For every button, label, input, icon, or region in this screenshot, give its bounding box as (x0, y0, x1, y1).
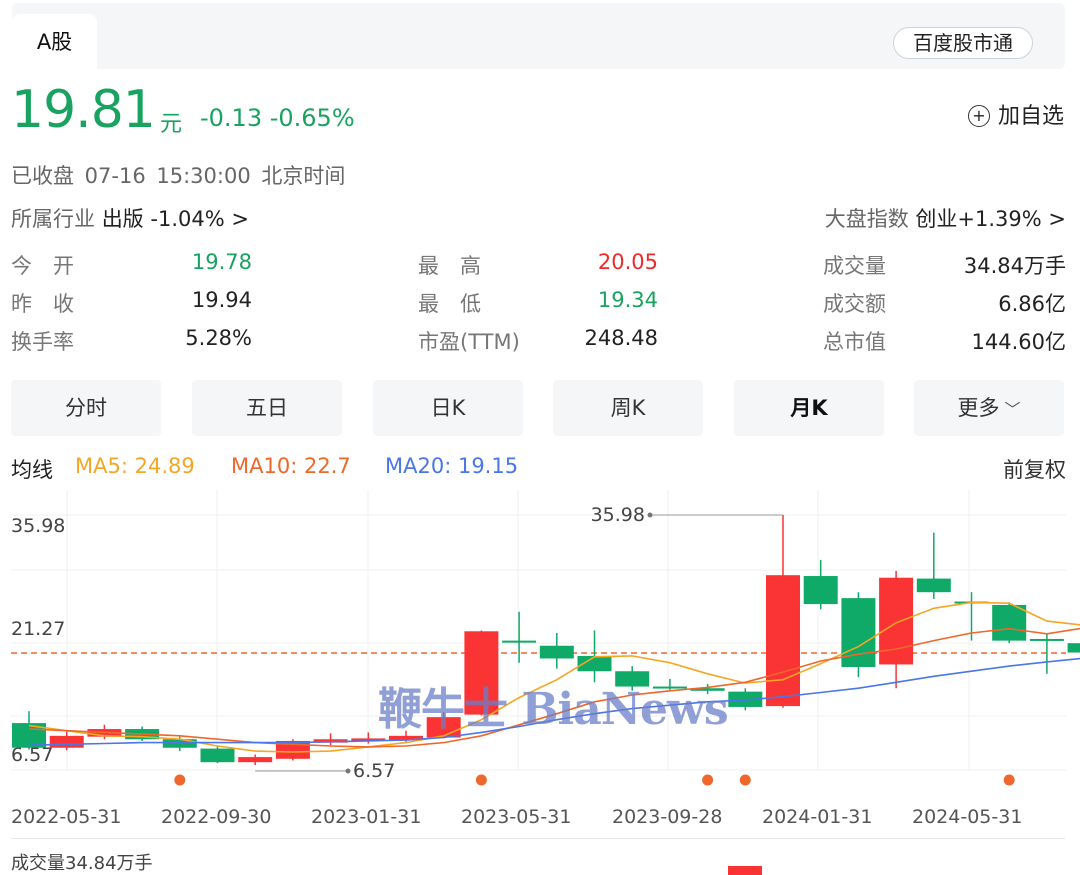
kline-chart[interactable]: 35.9821.276.5735.986.57 (0, 480, 1080, 800)
ma10-legend: MA10: 22.7 (231, 454, 351, 478)
volume-label: 成交量34.84万手 (11, 853, 153, 874)
add-watchlist-button[interactable]: + 加自选 (967, 98, 1064, 130)
kline-tab[interactable]: 周K (553, 380, 703, 436)
x-tick-label: 2024-01-31 (762, 806, 873, 828)
plus-circle-icon: + (967, 105, 990, 127)
candle-body (1029, 638, 1064, 641)
max-dot (647, 512, 653, 518)
min-label: 6.57 (353, 760, 395, 782)
x-tick-label: 2022-09-30 (161, 806, 272, 828)
kline-tab[interactable]: 分时 (11, 380, 161, 436)
stat-value: 19.34 (597, 288, 658, 312)
market-index-link[interactable]: 大盘指数 创业+1.39% > (825, 203, 1066, 233)
candle-body (766, 575, 800, 707)
candle-body (502, 640, 537, 643)
candle-body (803, 576, 838, 605)
kline-tab[interactable]: 日K (373, 380, 523, 436)
stat-label: 市盈(TTM) (418, 330, 520, 354)
candle-body (238, 757, 273, 763)
candle-body (1067, 643, 1080, 653)
x-tick-label: 2024-05-31 (912, 806, 1023, 828)
stat-label: 总市值 (823, 330, 886, 354)
x-tick-label: 2022-05-31 (11, 806, 122, 828)
stat-value: 5.28% (185, 326, 252, 350)
x-tick-label: 2023-01-31 (311, 806, 422, 828)
current-price: 19.81 (11, 80, 156, 140)
chevron-down-icon: ﹀ (999, 400, 1021, 419)
market-index-change: +1.39% > (957, 207, 1066, 231)
min-dot (345, 768, 351, 774)
stat-label: 最 低 (418, 292, 481, 316)
y-tick-label: 35.98 (11, 515, 65, 537)
event-marker (702, 774, 714, 786)
ma5-legend: MA5: 24.89 (75, 454, 195, 478)
candle-body (916, 578, 951, 593)
price-unit: 元 (160, 112, 183, 137)
tab-a-share[interactable]: A股 (12, 14, 97, 70)
candle-body (992, 604, 1027, 641)
stat-value: 20.05 (597, 250, 658, 274)
stat-value: 19.78 (191, 250, 252, 274)
industry-name: 出版 (101, 207, 144, 231)
stat-label: 今 开 (11, 254, 74, 278)
stock-connect-button[interactable]: 百度股市通 (893, 27, 1033, 59)
event-marker (739, 774, 751, 786)
industry-label: 所属行业 (11, 207, 95, 231)
price-change: -0.13 -0.65% (200, 104, 355, 132)
stat-value: 6.86亿 (998, 292, 1066, 316)
stat-label: 最 高 (418, 254, 481, 278)
ma20-legend: MA20: 19.15 (385, 454, 519, 478)
market-status: 已收盘 07-16 15:30:00 北京时间 (11, 164, 346, 188)
stat-value: 248.48 (584, 326, 658, 350)
industry-link[interactable]: 所属行业 出版 -1.04% > (11, 203, 249, 233)
event-marker (475, 774, 487, 786)
max-label: 35.98 (591, 504, 645, 526)
candle-body (539, 645, 574, 659)
kline-tab[interactable]: 更多 ﹀ (914, 380, 1064, 436)
market-index-name: 创业 (915, 207, 958, 231)
y-tick-label: 21.27 (11, 618, 65, 640)
volume-divider (11, 838, 1065, 839)
stat-label: 换手率 (11, 330, 74, 354)
candle-body (49, 735, 84, 748)
event-marker (174, 774, 186, 786)
kline-tab[interactable]: 月K (734, 380, 884, 436)
x-tick-label: 2023-05-31 (461, 806, 572, 828)
watermark: 鞭牛士 BiaNews (378, 684, 729, 735)
add-watchlist-label: 加自选 (997, 104, 1064, 129)
kline-tab[interactable]: 五日 (192, 380, 342, 436)
candle-body (162, 739, 197, 748)
candle-body (200, 748, 235, 763)
industry-change: -1.04% > (150, 207, 249, 231)
market-index-label: 大盘指数 (824, 207, 909, 231)
stat-value: 144.60亿 (971, 330, 1066, 354)
x-tick-label: 2023-09-28 (612, 806, 723, 828)
stat-value: 34.84万手 (963, 254, 1066, 278)
volume-bar (728, 866, 762, 875)
event-marker (1003, 774, 1015, 786)
stat-label: 成交量 (823, 254, 886, 278)
stat-value: 19.94 (191, 288, 252, 312)
stat-label: 昨 收 (11, 292, 74, 316)
stat-label: 成交额 (823, 292, 886, 316)
